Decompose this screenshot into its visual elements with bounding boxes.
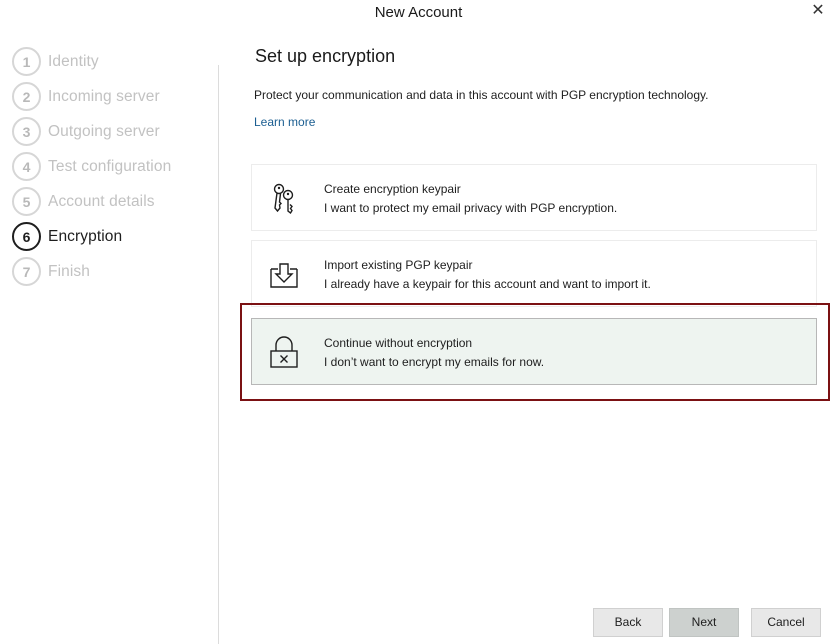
step-label: Incoming server bbox=[48, 87, 160, 105]
option-description: I don’t want to encrypt my emails for no… bbox=[324, 355, 545, 369]
page-title: Set up encryption bbox=[255, 46, 396, 66]
step-outgoing-server: 3 Outgoing server bbox=[12, 114, 171, 149]
step-label: Account details bbox=[48, 192, 155, 210]
step-label: Test configuration bbox=[48, 157, 172, 175]
step-number: 5 bbox=[12, 187, 41, 216]
step-number: 3 bbox=[12, 117, 41, 146]
step-number: 1 bbox=[12, 47, 41, 76]
step-number: 2 bbox=[12, 82, 41, 111]
learn-more-link[interactable]: Learn more bbox=[254, 115, 315, 129]
page-description: Protect your communication and data in t… bbox=[254, 88, 709, 102]
next-button[interactable]: Next bbox=[669, 608, 739, 637]
option-title: Import existing PGP keypair bbox=[324, 258, 473, 272]
step-incoming-server: 2 Incoming server bbox=[12, 79, 171, 114]
import-keypair-option[interactable]: Import existing PGP keypair I already ha… bbox=[251, 240, 817, 307]
option-description: I already have a keypair for this accoun… bbox=[324, 277, 651, 291]
keys-icon bbox=[268, 181, 300, 215]
step-number: 7 bbox=[12, 257, 41, 286]
step-label: Outgoing server bbox=[48, 122, 160, 140]
step-test-configuration: 4 Test configuration bbox=[12, 149, 171, 184]
step-account-details: 5 Account details bbox=[12, 184, 171, 219]
lock-x-icon bbox=[268, 335, 300, 369]
cancel-button[interactable]: Cancel bbox=[751, 608, 821, 637]
back-button[interactable]: Back bbox=[593, 608, 663, 637]
sidebar-divider bbox=[218, 65, 219, 644]
step-label: Finish bbox=[48, 262, 90, 280]
option-description: I want to protect my email privacy with … bbox=[324, 201, 618, 215]
step-finish: 7 Finish bbox=[12, 254, 171, 289]
continue-without-encryption-option[interactable]: Continue without encryption I don’t want… bbox=[251, 318, 817, 385]
step-label: Identity bbox=[48, 52, 99, 70]
step-number: 6 bbox=[12, 222, 41, 251]
wizard-steps: 1 Identity 2 Incoming server 3 Outgoing … bbox=[12, 44, 171, 289]
step-encryption: 6 Encryption bbox=[12, 219, 171, 254]
close-icon[interactable]: ✕ bbox=[807, 2, 829, 22]
step-number: 4 bbox=[12, 152, 41, 181]
option-title: Continue without encryption bbox=[324, 336, 473, 350]
step-label: Encryption bbox=[48, 227, 123, 245]
step-identity: 1 Identity bbox=[12, 44, 171, 79]
window-title: New Account bbox=[374, 4, 463, 21]
import-icon bbox=[268, 257, 300, 291]
create-keypair-option[interactable]: Create encryption keypair I want to prot… bbox=[251, 164, 817, 231]
option-title: Create encryption keypair bbox=[324, 182, 461, 196]
